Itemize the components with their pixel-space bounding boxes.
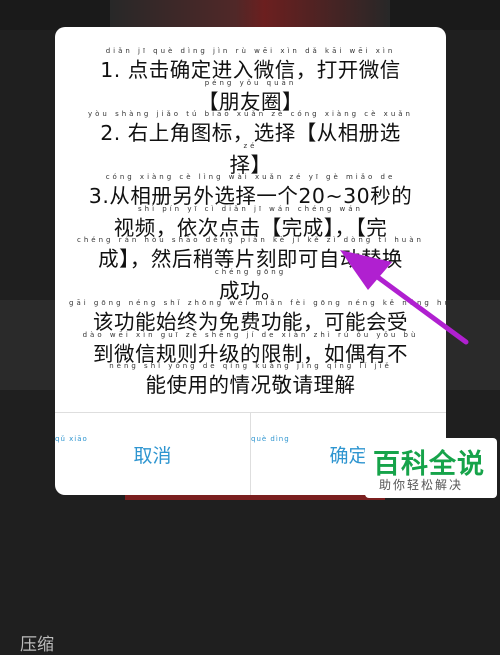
watermark-logo: 百科全说 助你轻松解决 xyxy=(365,438,497,498)
watermark-subtitle: 助你轻松解决 xyxy=(379,478,464,492)
annotation-arrow-icon xyxy=(340,250,469,345)
arrow-shaft xyxy=(365,267,469,345)
compress-label: 压缩 xyxy=(20,635,54,655)
